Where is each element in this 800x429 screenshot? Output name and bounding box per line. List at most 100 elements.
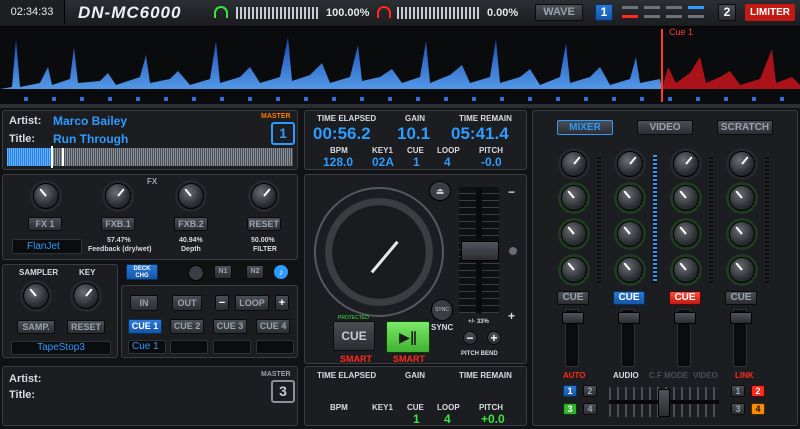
cue-button[interactable]: CUE xyxy=(333,321,375,351)
play-pause-button[interactable]: ▶∥ xyxy=(386,321,430,353)
right-deck-3-button[interactable]: 3 xyxy=(731,403,745,415)
pitch-bend-plus[interactable]: + xyxy=(487,331,501,345)
n2-button[interactable]: N2 xyxy=(246,265,264,279)
tab-mixer[interactable]: MIXER xyxy=(557,120,613,135)
pitch-slider-track[interactable] xyxy=(459,187,499,313)
ch4-fader-track[interactable] xyxy=(730,309,752,367)
hotcue-4-button[interactable]: CUE 4 xyxy=(256,319,290,334)
ch3-fader-track[interactable] xyxy=(674,309,696,367)
hotcue-1-button[interactable]: CUE 1 xyxy=(128,319,162,334)
sample-select[interactable]: TapeStop3 xyxy=(11,341,111,355)
fx-effect-select[interactable]: FlanJet xyxy=(12,239,82,254)
ch1-mid-knob[interactable] xyxy=(561,221,587,247)
ch2-mid-knob[interactable] xyxy=(617,221,643,247)
ch1-gain-knob[interactable] xyxy=(561,151,587,177)
loop-minus-button[interactable]: − xyxy=(215,295,229,311)
ch4-mid-knob[interactable] xyxy=(729,221,755,247)
tab-video[interactable]: VIDEO xyxy=(637,120,693,135)
ch1-fader-handle[interactable] xyxy=(562,312,584,324)
ch2-high-knob[interactable] xyxy=(617,185,643,211)
right-deck-4-button[interactable]: 4 xyxy=(751,403,765,415)
auto-label[interactable]: AUTO xyxy=(563,371,586,380)
pitch-reset-dot[interactable] xyxy=(509,247,517,255)
ch2-cue-button[interactable]: CUE xyxy=(613,291,645,305)
n1-button[interactable]: N1 xyxy=(214,265,232,279)
ch3-mid-knob[interactable] xyxy=(673,221,699,247)
deck-select-left[interactable]: 1 xyxy=(595,4,613,21)
crossfader-handle[interactable] xyxy=(658,389,670,417)
link-label[interactable]: LINK xyxy=(735,371,754,380)
hotcue-4-name[interactable] xyxy=(256,340,294,354)
ch3-fader-handle[interactable] xyxy=(674,312,696,324)
headphones-icon-right[interactable] xyxy=(377,6,391,18)
waveform-overview[interactable]: Cue 1 xyxy=(0,27,800,104)
fx-knob-2[interactable] xyxy=(105,183,131,209)
limiter-button[interactable]: LIMITER xyxy=(745,4,795,21)
pitch-range-label: +/- 33% xyxy=(468,319,489,325)
deck-chg-circle[interactable] xyxy=(188,265,204,281)
left-deck-1-button[interactable]: 1 xyxy=(563,385,577,397)
crossfader-track[interactable] xyxy=(609,387,719,417)
video-label[interactable]: VIDEO xyxy=(693,371,718,380)
left-deck-2-button[interactable]: 2 xyxy=(583,385,597,397)
ch4-cue-button[interactable]: CUE xyxy=(725,291,757,305)
track-mini-waveform[interactable] xyxy=(7,146,293,168)
hotcue-2-button[interactable]: CUE 2 xyxy=(170,319,204,334)
sampler-reset-button[interactable]: RESET xyxy=(67,320,105,334)
ch4-gain-knob[interactable] xyxy=(729,151,755,177)
mixer-panel: MIXER VIDEO SCRATCH CUE CUE CUE CUE AUTO… xyxy=(532,110,798,426)
ch2-fader-handle[interactable] xyxy=(618,312,640,324)
ch2-gain-knob[interactable] xyxy=(617,151,643,177)
ch3-gain-knob[interactable] xyxy=(673,151,699,177)
jog-wheel[interactable] xyxy=(314,187,444,317)
fx-knob-4[interactable] xyxy=(251,183,277,209)
fx-knob-1[interactable] xyxy=(33,183,59,209)
ch1-fader-track[interactable] xyxy=(562,309,584,367)
loop-button[interactable]: LOOP xyxy=(235,295,269,311)
ch4-high-knob[interactable] xyxy=(729,185,755,211)
right-deck-1-button[interactable]: 1 xyxy=(731,385,745,397)
sampler-key-knob[interactable] xyxy=(73,283,99,309)
wave-button[interactable]: WAVE xyxy=(535,4,583,21)
hotcue-3-button[interactable]: CUE 3 xyxy=(213,319,247,334)
deck-chg-button[interactable]: DECK CHG xyxy=(126,264,158,280)
headphones-icon-left[interactable] xyxy=(214,6,228,18)
sync-button[interactable]: SYNC xyxy=(431,299,453,321)
ch4-low-knob[interactable] xyxy=(729,257,755,283)
hotcue-1-name[interactable]: Cue 1 xyxy=(128,340,166,354)
fx-knob-3[interactable] xyxy=(178,183,204,209)
eject-button[interactable]: ⏏ xyxy=(429,181,451,201)
tab-scratch[interactable]: SCRATCH xyxy=(717,120,773,135)
loop-out-button[interactable]: OUT xyxy=(172,295,202,311)
music-note-icon[interactable]: ♪ xyxy=(274,265,288,279)
ch2-fader-track[interactable] xyxy=(618,309,640,367)
right-deck-2-button[interactable]: 2 xyxy=(751,385,765,397)
jog-panel: ⏏ SYNC PROTECTED CUE ▶∥ SMART SMART SYNC… xyxy=(304,174,527,364)
ch1-cue-button[interactable]: CUE xyxy=(557,291,589,305)
cf-mode-label[interactable]: C.F MODE xyxy=(649,371,688,380)
fxb1-button[interactable]: FXB.1 xyxy=(101,217,135,231)
fxb2-button[interactable]: FXB.2 xyxy=(174,217,208,231)
audio-label[interactable]: AUDIO xyxy=(613,371,639,380)
ch3-cue-button[interactable]: CUE xyxy=(669,291,701,305)
pitch-slider-handle[interactable] xyxy=(461,241,499,261)
ch2-low-knob[interactable] xyxy=(617,257,643,283)
fx-reset-button[interactable]: RESET xyxy=(247,217,281,231)
sampler-knob[interactable] xyxy=(23,283,49,309)
deck3-cue-label: CUE xyxy=(407,403,424,412)
ch3-high-knob[interactable] xyxy=(673,185,699,211)
sampler-samp-button[interactable]: SAMP. xyxy=(17,320,55,334)
pitch-bend-minus[interactable]: − xyxy=(463,331,477,345)
ch1-high-knob[interactable] xyxy=(561,185,587,211)
ch4-fader-handle[interactable] xyxy=(730,312,752,324)
ch1-low-knob[interactable] xyxy=(561,257,587,283)
hotcue-2-name[interactable] xyxy=(170,340,208,354)
deck-select-right[interactable]: 2 xyxy=(718,4,736,21)
hotcue-3-name[interactable] xyxy=(213,340,251,354)
loop-plus-button[interactable]: + xyxy=(275,295,289,311)
fx1-button[interactable]: FX 1 xyxy=(28,217,62,231)
left-deck-4-button[interactable]: 4 xyxy=(583,403,597,415)
loop-in-button[interactable]: IN xyxy=(130,295,158,311)
left-deck-3-button[interactable]: 3 xyxy=(563,403,577,415)
ch3-low-knob[interactable] xyxy=(673,257,699,283)
